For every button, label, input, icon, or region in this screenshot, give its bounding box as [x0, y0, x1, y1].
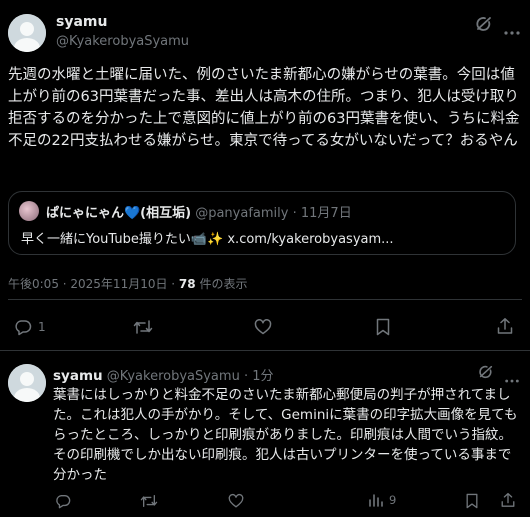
tweet-text: 先週の水曜と土曜に届いた、例のさいたま新都心の嫌がらせの葉書。今回は値上がり前の… — [8, 67, 520, 149]
views-icon — [369, 494, 383, 507]
divider — [8, 299, 522, 300]
bookmark-button[interactable] — [375, 318, 391, 340]
reply-icon — [15, 320, 32, 336]
quote-author-name: ぱにゃにゃん💙(相互垢) — [46, 206, 192, 221]
bookmark-icon — [466, 493, 478, 509]
avatar[interactable] — [8, 14, 46, 52]
reply-reply-button[interactable] — [55, 493, 71, 513]
reply-button[interactable]: 1 — [14, 318, 46, 336]
retweet-icon — [133, 320, 153, 334]
tweet-meta: 午後0:05 · 2025年11月10日 · 78 件の表示 — [8, 275, 247, 292]
retweet-button[interactable] — [133, 318, 153, 340]
more-icon[interactable] — [503, 21, 521, 35]
reply-author-name[interactable]: syamu — [53, 368, 103, 384]
retweet-icon — [140, 495, 158, 507]
reply-views-button[interactable]: 9 — [368, 492, 396, 508]
reply-views-count: 9 — [389, 493, 397, 507]
share-icon — [501, 492, 515, 507]
share-icon — [497, 318, 513, 334]
quote-separator: · — [292, 206, 297, 221]
like-icon — [254, 319, 272, 335]
share-button[interactable] — [496, 317, 514, 339]
grok-icon[interactable] — [478, 364, 494, 380]
reply-avatar[interactable] — [8, 364, 46, 402]
quote-author-handle: @panyafamily — [195, 206, 289, 221]
reply-share-button[interactable] — [500, 492, 516, 512]
reply-like-button[interactable] — [228, 493, 244, 513]
bookmark-icon — [376, 318, 390, 336]
more-icon[interactable] — [504, 369, 520, 383]
author-name[interactable]: syamu — [56, 14, 107, 30]
timestamp[interactable]: 午後0:05 · 2025年11月10日 · — [8, 277, 179, 291]
quote-date: 11月7日 — [300, 206, 352, 221]
views-label: 件の表示 — [195, 277, 248, 291]
grok-icon[interactable] — [475, 15, 493, 33]
quote-avatar — [19, 201, 39, 221]
reply-retweet-button[interactable] — [140, 493, 158, 513]
author-handle[interactable]: @KyakerobyaSyamu — [56, 34, 189, 49]
like-button[interactable] — [254, 318, 272, 340]
divider — [0, 350, 530, 351]
quote-text: 早く一緒にYouTube撮りたい📹✨ x.com/kyakerobyasyam.… — [21, 232, 394, 247]
avatar-placeholder — [8, 14, 46, 52]
reply-author-handle[interactable]: @KyakerobyaSyamu · 1分 — [107, 369, 274, 384]
reply-bookmark-button[interactable] — [465, 493, 479, 513]
reply-icon — [56, 495, 71, 509]
quoted-tweet[interactable]: ぱにゃにゃん💙(相互垢) @panyafamily · 11月7日 早く一緒にY… — [8, 191, 516, 255]
reply-text: 葉書にはしっかりと料金不足のさいたま新都心郵便局の判子が押されてました。これは犯… — [53, 387, 518, 483]
avatar-placeholder — [8, 364, 46, 402]
like-icon — [228, 493, 244, 508]
views-count: 78 — [178, 277, 196, 291]
reply-count: 1 — [38, 320, 46, 334]
